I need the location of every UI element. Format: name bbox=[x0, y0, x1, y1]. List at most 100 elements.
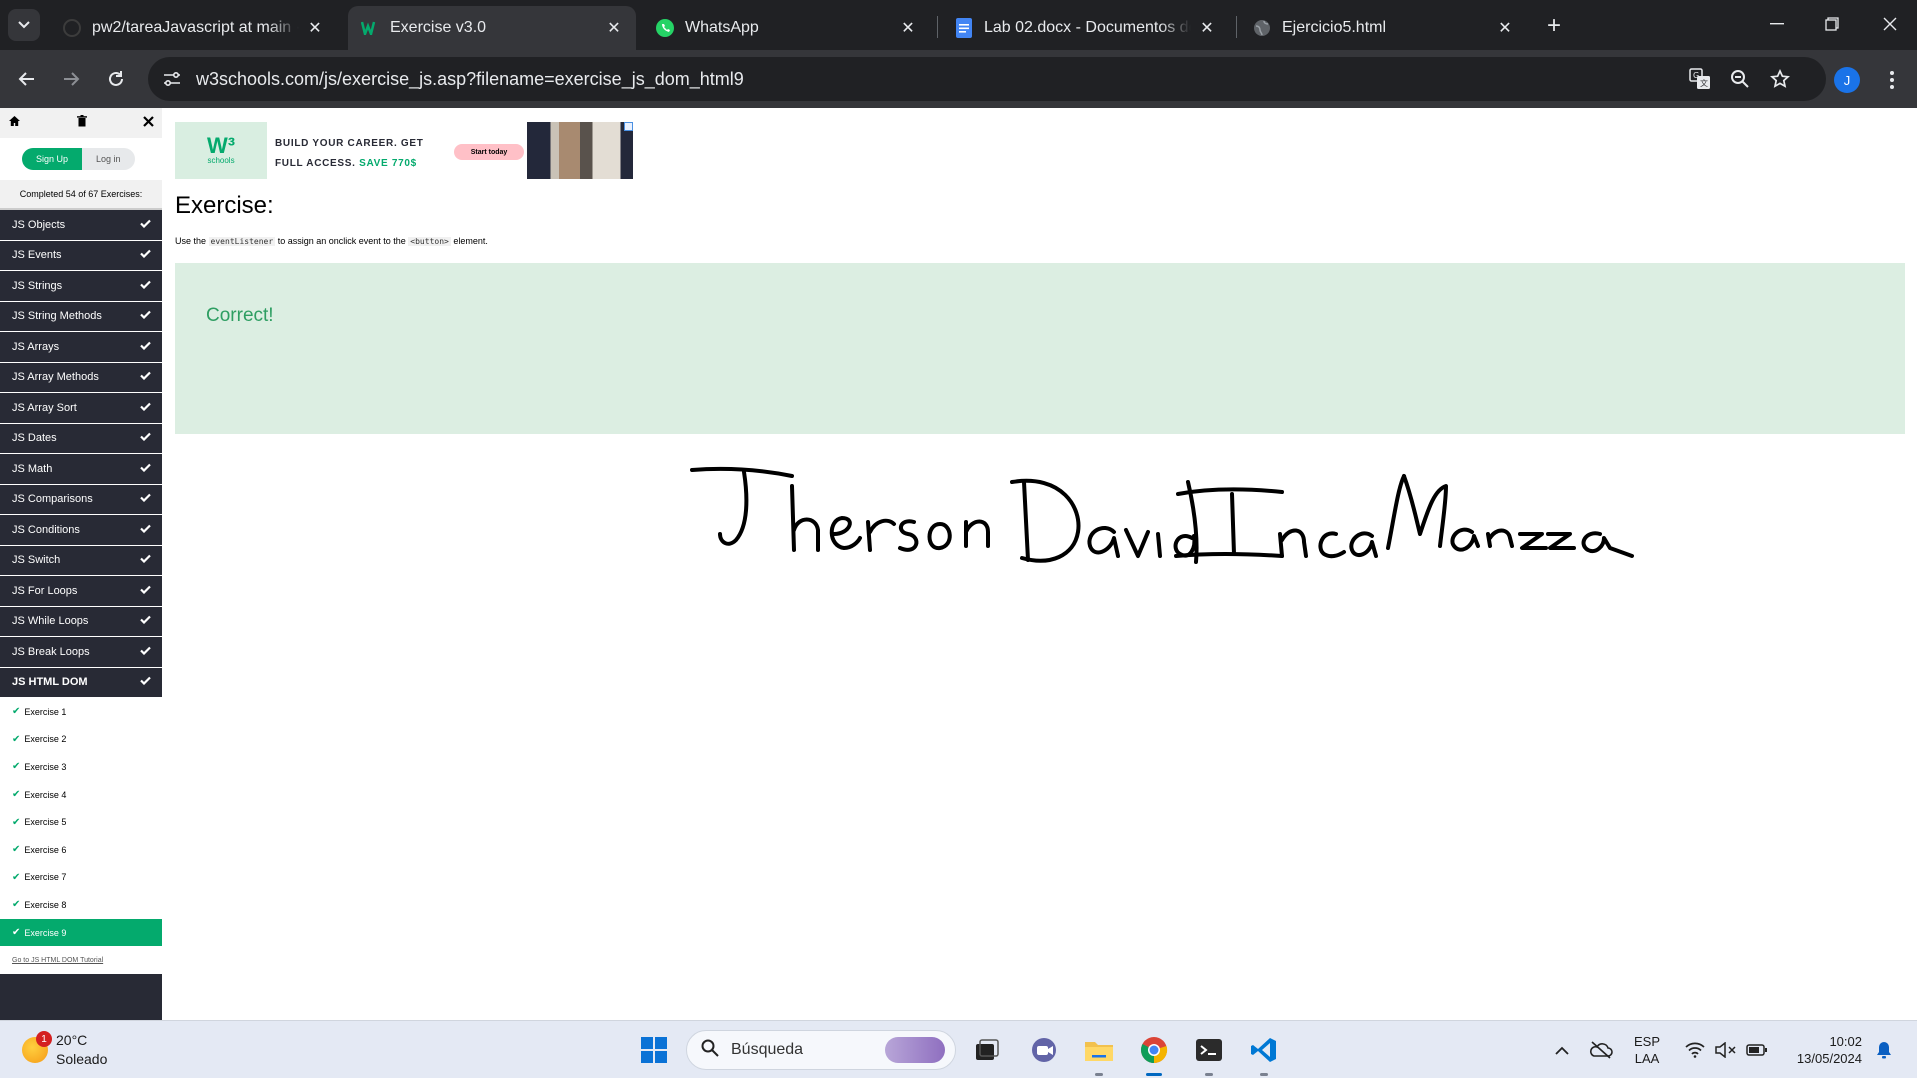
chevron-up-icon[interactable] bbox=[1544, 1032, 1580, 1068]
tab-github[interactable]: pw2/tareaJavascript at main · jh ✕ bbox=[50, 6, 337, 50]
goto-tutorial-link[interactable]: Go to JS HTML DOM Tutorial bbox=[0, 946, 162, 975]
ad-headline: BUILD YOUR CAREER. GET FULL ACCESS. SAVE… bbox=[275, 134, 424, 174]
exercise-label: Exercise 6 bbox=[24, 844, 67, 855]
category-label: JS Switch bbox=[12, 554, 61, 567]
address-bar[interactable]: w3schools.com/js/exercise_js.asp?filenam… bbox=[148, 57, 1826, 101]
sidebar-category-js-array-methods[interactable]: JS Array Methods bbox=[0, 362, 162, 393]
back-button[interactable] bbox=[10, 62, 44, 96]
sun-icon: 1 bbox=[22, 1031, 52, 1063]
onedrive-offline-icon[interactable] bbox=[1583, 1032, 1619, 1068]
ad-choices-icon[interactable] bbox=[624, 122, 633, 131]
close-icon[interactable]: ✕ bbox=[604, 18, 624, 38]
forward-button[interactable] bbox=[54, 62, 88, 96]
close-icon[interactable]: ✕ bbox=[898, 18, 918, 38]
sidebar-category-js-objects[interactable]: JS Objects bbox=[0, 210, 162, 241]
battery-icon[interactable] bbox=[1739, 1032, 1775, 1068]
tab-google-docs[interactable]: Lab 02.docx - Documentos de G ✕ bbox=[942, 6, 1229, 50]
exercise-item-7[interactable]: ✔ Exercise 7 bbox=[0, 864, 162, 892]
input-language[interactable]: ESP LAA bbox=[1634, 1033, 1660, 1067]
sidebar-category-js-for-loops[interactable]: JS For Loops bbox=[0, 576, 162, 607]
category-label: JS Arrays bbox=[12, 340, 60, 353]
progress-text: Completed 54 of 67 Exercises: bbox=[0, 180, 162, 210]
exercise-item-1[interactable]: ✔ Exercise 1 bbox=[0, 698, 162, 726]
vscode-icon[interactable] bbox=[1246, 1032, 1282, 1068]
chrome-icon[interactable] bbox=[1136, 1032, 1172, 1068]
sidebar-category-js-html-dom[interactable]: JS HTML DOM bbox=[0, 667, 162, 698]
tab-title: Lab 02.docx - Documentos de G bbox=[984, 19, 1191, 36]
search-highlight-icon bbox=[885, 1037, 945, 1063]
exercise-item-4[interactable]: ✔ Exercise 4 bbox=[0, 781, 162, 809]
translate-icon[interactable]: G文 bbox=[1684, 63, 1716, 95]
exercise-item-8[interactable]: ✔ Exercise 8 bbox=[0, 891, 162, 919]
sidebar-category-js-switch[interactable]: JS Switch bbox=[0, 545, 162, 576]
home-icon[interactable] bbox=[8, 114, 21, 132]
exercise-item-5[interactable]: ✔ Exercise 5 bbox=[0, 808, 162, 836]
checkmark-icon bbox=[140, 615, 151, 627]
new-tab-button[interactable]: + bbox=[1540, 12, 1568, 40]
sidebar-category-js-dates[interactable]: JS Dates bbox=[0, 423, 162, 454]
sidebar-category-js-string-methods[interactable]: JS String Methods bbox=[0, 301, 162, 332]
zoom-icon[interactable] bbox=[1724, 63, 1756, 95]
exercise-description: Use the eventListener to assign an oncli… bbox=[175, 236, 488, 246]
close-icon[interactable]: ✕ bbox=[1197, 18, 1217, 38]
sidebar-category-js-array-sort[interactable]: JS Array Sort bbox=[0, 393, 162, 424]
checkmark-icon: ✔ bbox=[12, 733, 21, 745]
ad-banner[interactable]: W³ schools BUILD YOUR CAREER. GET FULL A… bbox=[175, 122, 633, 179]
tab-title: Exercise v3.0 bbox=[390, 19, 487, 36]
checkmark-icon bbox=[140, 646, 151, 658]
system-clock[interactable]: 10:02 13/05/2024 bbox=[1778, 1033, 1862, 1067]
search-icon bbox=[701, 1039, 719, 1062]
signup-button[interactable]: Sign Up bbox=[22, 148, 83, 170]
arrow-right-icon bbox=[64, 72, 80, 86]
sidebar-category-js-strings[interactable]: JS Strings bbox=[0, 271, 162, 302]
sidebar-category-js-comparisons[interactable]: JS Comparisons bbox=[0, 484, 162, 515]
close-icon[interactable]: ✕ bbox=[1495, 18, 1515, 38]
task-view-icon[interactable] bbox=[969, 1032, 1005, 1068]
running-indicator bbox=[1260, 1073, 1268, 1076]
sidebar-category-js-conditions[interactable]: JS Conditions bbox=[0, 515, 162, 546]
tab-search-button[interactable] bbox=[8, 9, 40, 41]
exercise-label: Exercise 8 bbox=[24, 899, 67, 910]
reload-button[interactable] bbox=[99, 62, 133, 96]
profile-avatar[interactable]: J bbox=[1834, 67, 1860, 93]
close-icon[interactable] bbox=[143, 114, 154, 132]
minimize-button[interactable] bbox=[1753, 8, 1801, 40]
exercise-item-2[interactable]: ✔ Exercise 2 bbox=[0, 726, 162, 754]
weather-widget[interactable]: 1 20°C Soleado bbox=[22, 1031, 107, 1069]
sidebar-category-js-events[interactable]: JS Events bbox=[0, 240, 162, 271]
notification-bell-icon[interactable] bbox=[1866, 1032, 1902, 1068]
taskbar-search[interactable]: Búsqueda bbox=[686, 1030, 956, 1070]
site-info-icon[interactable] bbox=[156, 63, 188, 95]
whatsapp-icon bbox=[655, 18, 675, 38]
teams-icon[interactable] bbox=[1026, 1032, 1062, 1068]
start-windows-icon[interactable] bbox=[636, 1032, 672, 1068]
file-explorer-icon[interactable] bbox=[1081, 1032, 1117, 1068]
tab-ejercicio5[interactable]: Ejercicio5.html ✕ bbox=[1240, 6, 1527, 50]
tab-whatsapp[interactable]: WhatsApp ✕ bbox=[643, 6, 930, 50]
sidebar-category-js-while-loops[interactable]: JS While Loops bbox=[0, 606, 162, 637]
more-menu-icon[interactable] bbox=[1878, 64, 1906, 96]
exercise-label: Exercise 2 bbox=[24, 734, 67, 745]
exercise-item-3[interactable]: ✔ Exercise 3 bbox=[0, 753, 162, 781]
bookmark-star-icon[interactable] bbox=[1764, 63, 1796, 95]
checkmark-icon bbox=[140, 341, 151, 353]
login-button[interactable]: Log in bbox=[82, 148, 135, 170]
trash-icon[interactable] bbox=[77, 114, 87, 132]
exercise-item-6[interactable]: ✔ Exercise 6 bbox=[0, 836, 162, 864]
tab-exercise[interactable]: Exercise v3.0 ✕ bbox=[348, 6, 636, 50]
sidebar-category-js-break-loops[interactable]: JS Break Loops bbox=[0, 637, 162, 668]
restore-button[interactable] bbox=[1808, 8, 1856, 40]
close-window-button[interactable] bbox=[1866, 8, 1914, 40]
exercise-item-9[interactable]: ✔ Exercise 9 bbox=[0, 918, 162, 947]
sidebar-category-js-arrays[interactable]: JS Arrays bbox=[0, 332, 162, 363]
restore-icon bbox=[1825, 17, 1839, 31]
sidebar-topbar bbox=[0, 108, 162, 138]
tab-separator bbox=[1236, 16, 1237, 38]
w3schools-icon bbox=[360, 18, 380, 38]
sidebar-category-js-math[interactable]: JS Math bbox=[0, 454, 162, 485]
ad-cta-button[interactable]: Start today bbox=[454, 144, 524, 160]
url-text[interactable]: w3schools.com/js/exercise_js.asp?filenam… bbox=[196, 69, 744, 90]
terminal-icon[interactable] bbox=[1191, 1032, 1227, 1068]
close-icon[interactable]: ✕ bbox=[305, 18, 325, 38]
exercise-label: Exercise 5 bbox=[24, 817, 67, 828]
